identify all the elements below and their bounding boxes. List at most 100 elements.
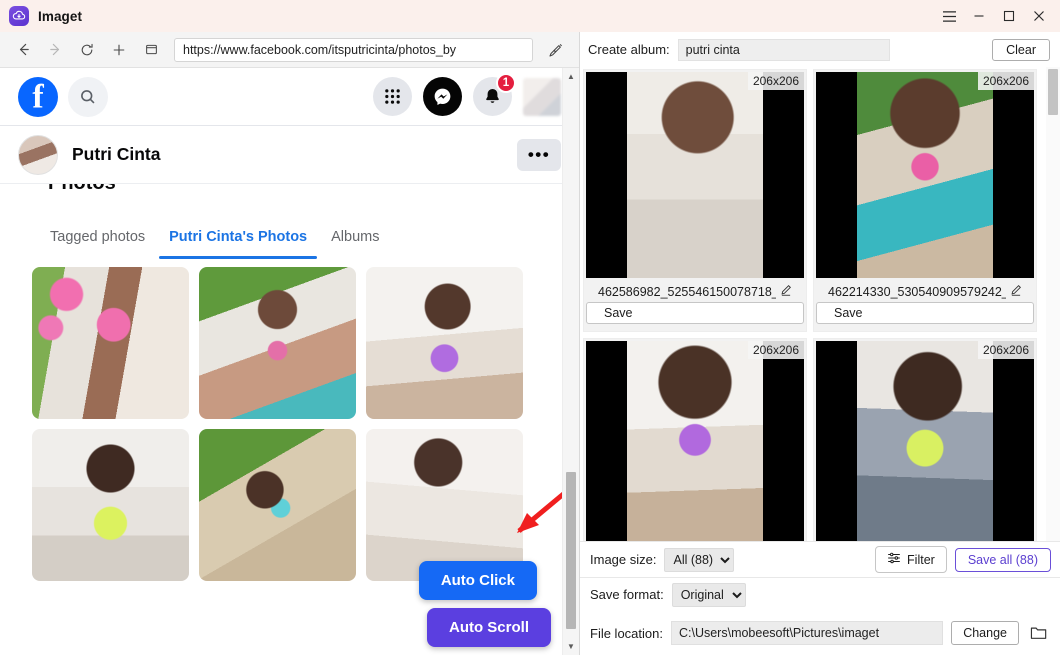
thumbnail-image[interactable]: 206x206 (586, 72, 804, 278)
apps-grid-icon[interactable] (373, 77, 412, 116)
imaget-app-window: Imaget https://www.facebook.com/itsputri… (0, 0, 1060, 655)
messenger-icon[interactable] (423, 77, 462, 116)
album-name-input[interactable]: putri cinta (677, 38, 890, 61)
photos-heading: Photos (0, 184, 579, 195)
back-icon[interactable] (8, 36, 38, 64)
thumbnail-card: 206x206 462696449_527952496504750_758 Sa… (813, 338, 1037, 541)
auto-click-button[interactable]: Auto Click (418, 561, 537, 600)
thumbnail-filename-row: 462586982_525546150078718_307 (586, 278, 804, 302)
thumbnails-area: 206x206 462586982_525546150078718_307 Sa… (580, 67, 1060, 541)
more-options-button[interactable]: ••• (517, 138, 561, 171)
file-location-label: File location: (590, 625, 663, 641)
clear-button[interactable]: Clear (992, 38, 1050, 61)
browser-pane: https://www.facebook.com/itsputricinta/p… (0, 32, 580, 655)
facebook-header-actions: 1 (373, 73, 561, 116)
thumbnail-card: 206x206 462633813_527564813210185_692 Sa… (583, 338, 807, 541)
size-badge: 206x206 (977, 72, 1034, 90)
sliders-filter-icon (887, 551, 901, 568)
save-format-label: Save format: (590, 587, 664, 602)
file-location-input[interactable]: C:\Users\mobeesoft\Pictures\imaget (670, 621, 944, 645)
app-title: Imaget (38, 8, 83, 24)
profile-row: Putri Cinta ••• (0, 126, 579, 184)
image-size-label: Image size: (590, 552, 657, 567)
close-icon[interactable] (1024, 0, 1054, 32)
hamburger-menu-icon[interactable] (934, 0, 964, 32)
address-bar[interactable]: https://www.facebook.com/itsputricinta/p… (174, 37, 533, 62)
auto-scroll-button[interactable]: Auto Scroll (426, 608, 551, 647)
thumbnail-filename: 462586982_525546150078718_307 (598, 284, 776, 299)
photos-tabs: Tagged photos Putri Cinta's Photos Album… (0, 221, 579, 259)
size-badge: 206x206 (747, 72, 804, 90)
open-folder-icon[interactable] (1027, 625, 1051, 641)
scroll-up-icon[interactable]: ▲ (563, 68, 579, 85)
filter-label: Filter (907, 552, 935, 567)
window-controls (934, 0, 1054, 32)
photo-thumbnail[interactable] (366, 267, 523, 419)
address-bar-text: https://www.facebook.com/itsputricinta/p… (183, 42, 457, 57)
pencil-edit-icon[interactable] (780, 284, 792, 299)
thumbnail-image[interactable]: 206x206 (586, 341, 804, 541)
scrollbar-thumb[interactable] (1048, 69, 1058, 115)
save-button[interactable]: Save (586, 302, 804, 324)
facebook-logo-letter: f (32, 78, 44, 116)
avatar[interactable] (523, 77, 561, 116)
forward-icon[interactable] (40, 36, 70, 64)
file-location-value: C:\Users\mobeesoft\Pictures\imaget (678, 626, 880, 640)
save-button[interactable]: Save (816, 302, 1034, 324)
main-split: https://www.facebook.com/itsputricinta/p… (0, 32, 1060, 655)
size-badge: 206x206 (747, 341, 804, 359)
search-icon[interactable] (68, 76, 108, 117)
automation-buttons: Auto Click Auto Scroll (418, 561, 551, 647)
thumbnail-card: 206x206 462214330_530540909579242_556 Sa… (813, 69, 1037, 332)
thumbnail-image[interactable]: 206x206 (816, 72, 1034, 278)
save-all-button[interactable]: Save all (88) (954, 547, 1051, 572)
photo-grid (0, 259, 579, 581)
create-album-row: Create album: putri cinta Clear (580, 32, 1060, 67)
pencil-edit-icon[interactable] (1010, 284, 1022, 299)
photo-thumbnail[interactable] (199, 429, 356, 581)
photo-thumbnail[interactable] (366, 429, 523, 581)
title-bar: Imaget (0, 0, 1060, 32)
thumbnail-filename: 462214330_530540909579242_556 (828, 284, 1006, 299)
window-tabs-icon[interactable] (136, 36, 166, 64)
profile-avatar[interactable] (18, 134, 58, 175)
page-title: Putri Cinta (72, 144, 161, 164)
file-location-row: File location: C:\Users\mobeesoft\Pictur… (580, 611, 1060, 655)
scroll-down-icon[interactable]: ▼ (563, 638, 579, 655)
tab-putri-cintas-photos[interactable]: Putri Cinta's Photos (159, 221, 318, 259)
maximize-icon[interactable] (994, 0, 1024, 32)
save-format-row: Save format: Original (580, 577, 1060, 611)
tab-albums[interactable]: Albums (321, 221, 389, 259)
image-size-select[interactable]: All (88) (664, 547, 735, 572)
thumbnail-filename-row: 462214330_530540909579242_556 (816, 278, 1034, 302)
filter-button[interactable]: Filter (875, 546, 947, 573)
thumbnail-card: 206x206 462586982_525546150078718_307 Sa… (583, 69, 807, 332)
photo-thumbnail[interactable] (32, 429, 189, 581)
facebook-logo-icon[interactable]: f (18, 76, 58, 117)
size-badge: 206x206 (977, 341, 1034, 359)
scrollbar-thumb[interactable] (566, 472, 576, 629)
browser-toolbar: https://www.facebook.com/itsputricinta/p… (0, 32, 579, 68)
thumbnails-grid: 206x206 462586982_525546150078718_307 Sa… (583, 69, 1060, 541)
save-format-select[interactable]: Original (671, 582, 746, 607)
notifications-bell-icon[interactable]: 1 (473, 73, 516, 116)
app-logo-icon (9, 6, 29, 26)
imaget-panel: Create album: putri cinta Clear 206x206 … (580, 32, 1060, 655)
tab-tagged-photos[interactable]: Tagged photos (40, 221, 155, 259)
broom-icon[interactable] (541, 36, 571, 64)
facebook-page: f 1 Putri Cinta ••• Tagged photos Putri … (0, 68, 579, 655)
new-tab-icon[interactable] (104, 36, 134, 64)
minimize-icon[interactable] (964, 0, 994, 32)
photo-thumbnail[interactable] (199, 267, 356, 419)
reload-icon[interactable] (72, 36, 102, 64)
facebook-header: f 1 (0, 68, 579, 126)
thumbnails-scrollbar[interactable] (1046, 67, 1060, 541)
image-size-row: Image size: All (88) Filter Save all (88… (580, 541, 1060, 577)
album-name-value: putri cinta (685, 42, 740, 57)
change-location-button[interactable]: Change (951, 621, 1019, 645)
create-album-label: Create album: (588, 42, 670, 57)
browser-scrollbar[interactable]: ▲ ▼ (562, 68, 579, 655)
photo-thumbnail[interactable] (32, 267, 189, 419)
thumbnail-image[interactable]: 206x206 (816, 341, 1034, 541)
notification-badge: 1 (496, 73, 516, 93)
